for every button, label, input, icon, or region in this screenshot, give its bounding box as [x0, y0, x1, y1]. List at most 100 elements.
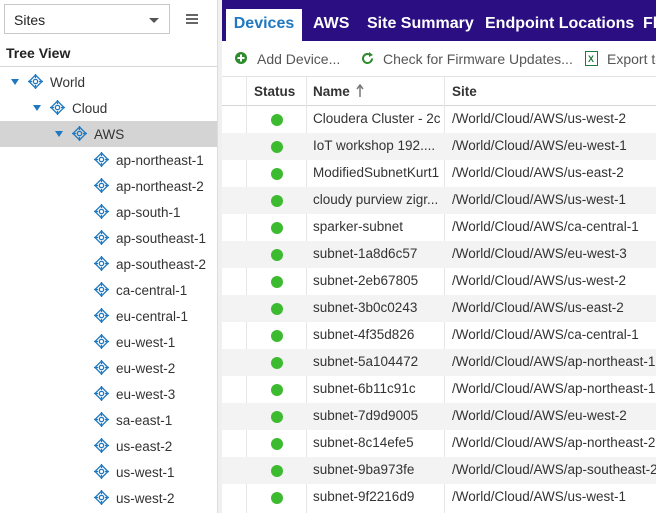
table-row[interactable]: cloudy purview zigr... /World/Cloud/AWS/u… [222, 187, 656, 214]
table-row[interactable]: subnet-5a104472/World/Cloud/AWS/ap-north… [222, 349, 656, 376]
tree-node-region[interactable]: us-west-1 [0, 459, 217, 485]
column-header-site[interactable]: Site [452, 84, 477, 99]
device-name-cell: subnet-8c14efe5 [313, 435, 414, 450]
tree-node-region[interactable]: eu-west-3 [0, 381, 217, 407]
export-button[interactable]: Export to [607, 51, 656, 67]
table-row[interactable]: subnet-3b0c0243/World/Cloud/AWS/us-east-… [222, 295, 656, 322]
tab-overflow[interactable]: Fl [643, 9, 656, 41]
tree-node-label: ap-northeast-1 [116, 153, 204, 168]
device-name-cell: subnet-1a8d6c57 [313, 246, 418, 261]
tree-node-label: eu-central-1 [116, 309, 189, 324]
tree-node-cloud[interactable]: Cloud [0, 95, 217, 121]
tree-node-region[interactable]: eu-west-2 [0, 355, 217, 381]
table-row[interactable]: subnet-9ba973fe/World/Cloud/AWS/ap-south… [222, 457, 656, 484]
device-name-cell: Cloudera Cluster - 2c [313, 111, 441, 126]
device-site-cell: /World/Cloud/AWS/us-west-1 [452, 192, 627, 207]
status-ok-icon [271, 357, 283, 369]
table-row[interactable]: subnet-2eb67805/World/Cloud/AWS/us-west-… [222, 268, 656, 295]
device-site-cell: /World/Cloud/AWS/us-west-1 [452, 489, 627, 504]
excel-icon: X [585, 51, 598, 66]
tree-node-region[interactable]: ap-northeast-1 [0, 147, 217, 173]
add-icon [235, 52, 247, 64]
column-header-status[interactable]: Status [254, 84, 295, 99]
status-ok-icon [271, 411, 283, 423]
tree-node-region[interactable]: sa-east-1 [0, 407, 217, 433]
tree-node-label: ap-south-1 [116, 205, 181, 220]
table-row[interactable]: subnet-7d9d9005/World/Cloud/AWS/eu-west-… [222, 403, 656, 430]
site-icon [94, 438, 109, 453]
sites-dropdown-value: Sites [14, 12, 46, 28]
table-row[interactable]: subnet-4f35d826/World/Cloud/AWS/ca-centr… [222, 322, 656, 349]
table-row[interactable]: subnet-6b11c91c/World/Cloud/AWS/ap-north… [222, 376, 656, 403]
status-ok-icon [271, 222, 283, 234]
site-icon [94, 490, 109, 505]
tree-node-label: World [50, 75, 86, 90]
toolbar: Add Device... Check for Firmware Updates… [222, 41, 656, 77]
table-row[interactable]: subnet-1a8d6c57/World/Cloud/AWS/eu-west-… [222, 241, 656, 268]
tree-node-region[interactable]: ap-southeast-2 [0, 251, 217, 277]
menu-icon[interactable] [186, 14, 198, 24]
expand-arrow-icon[interactable] [33, 105, 41, 111]
tree-node-region[interactable]: eu-west-1 [0, 329, 217, 355]
tree-node-region[interactable]: us-east-2 [0, 433, 217, 459]
table-row[interactable]: Cloudera Cluster - 2c/World/Cloud/AWS/us… [222, 106, 656, 133]
tree-node-region[interactable]: eu-central-1 [0, 303, 217, 329]
tree-node-label: ap-northeast-2 [116, 179, 204, 194]
expand-arrow-icon[interactable] [55, 131, 63, 137]
device-name-cell: subnet-5a104472 [313, 354, 419, 369]
check-firmware-button[interactable]: Check for Firmware Updates... [383, 51, 573, 67]
sites-dropdown[interactable]: Sites [4, 4, 170, 34]
status-ok-icon [271, 384, 283, 396]
device-name-cell: ModifiedSubnetKurt1 [313, 165, 440, 180]
tab-aws[interactable]: AWS [313, 9, 349, 41]
device-name-cell: cloudy purview zigr... [313, 192, 439, 207]
site-icon [94, 412, 109, 427]
status-ok-icon [271, 303, 283, 315]
table-row[interactable]: IoT workshop 192.... /World/Cloud/AWS/eu-… [222, 133, 656, 160]
tree-node-region[interactable]: ca-central-1 [0, 277, 217, 303]
device-site-cell: /World/Cloud/AWS/us-east-2 [452, 165, 624, 180]
table-row[interactable]: subnet-9f2216d9/World/Cloud/AWS/us-west-… [222, 484, 656, 511]
refresh-icon [362, 52, 373, 64]
sort-ascending-icon [356, 84, 364, 97]
site-icon [94, 256, 109, 271]
add-device-button[interactable]: Add Device... [257, 51, 340, 67]
table-row[interactable]: ModifiedSubnetKurt1/World/Cloud/AWS/us-e… [222, 160, 656, 187]
tree-node-aws[interactable]: AWS [0, 121, 217, 147]
table-row[interactable]: subnet-8c14efe5/World/Cloud/AWS/ap-north… [222, 430, 656, 457]
tree-node-region[interactable]: us-west-2 [0, 485, 217, 511]
device-site-cell: /World/Cloud/AWS/ca-central-1 [452, 219, 639, 234]
device-name-cell: subnet-6b11c91c [313, 381, 416, 396]
site-icon [94, 464, 109, 479]
device-site-cell: /World/Cloud/AWS/us-west-2 [452, 111, 627, 126]
table-row[interactable]: sparker-subnet/World/Cloud/AWS/ca-centra… [222, 214, 656, 241]
device-name-cell: IoT workshop 192.... [313, 138, 436, 153]
status-ok-icon [271, 276, 283, 288]
column-header-name[interactable]: Name [313, 84, 350, 99]
site-icon [94, 152, 109, 167]
tree-node-world[interactable]: World [0, 69, 217, 95]
status-ok-icon [271, 465, 283, 477]
site-icon [94, 308, 109, 323]
tab-site-summary[interactable]: Site Summary [367, 9, 474, 41]
tree-node-label: us-west-1 [116, 465, 175, 480]
tree-node-region[interactable]: ap-northeast-2 [0, 173, 217, 199]
site-icon [28, 74, 43, 89]
site-icon [50, 100, 65, 115]
tree-node-label: sa-east-1 [116, 413, 173, 428]
divider [0, 66, 217, 67]
device-site-cell: /World/Cloud/AWS/ap-northeast-1 [452, 381, 656, 396]
tree-node-region[interactable]: ap-south-1 [0, 199, 217, 225]
main-panel: Devices AWS Site Summary Endpoint Locati… [222, 0, 656, 513]
status-ok-icon [271, 141, 283, 153]
device-name-cell: subnet-9f2216d9 [313, 489, 415, 504]
expand-arrow-icon[interactable] [11, 79, 19, 85]
tab-endpoint-locations[interactable]: Endpoint Locations [485, 9, 634, 41]
site-icon [94, 360, 109, 375]
tab-devices[interactable]: Devices [226, 9, 302, 41]
device-name-cell: subnet-7d9d9005 [313, 408, 419, 423]
tree-node-label: us-east-2 [116, 439, 173, 454]
tree-node-region[interactable]: ap-southeast-1 [0, 225, 217, 251]
status-ok-icon [271, 249, 283, 261]
tree-node-label: eu-west-2 [116, 361, 176, 376]
